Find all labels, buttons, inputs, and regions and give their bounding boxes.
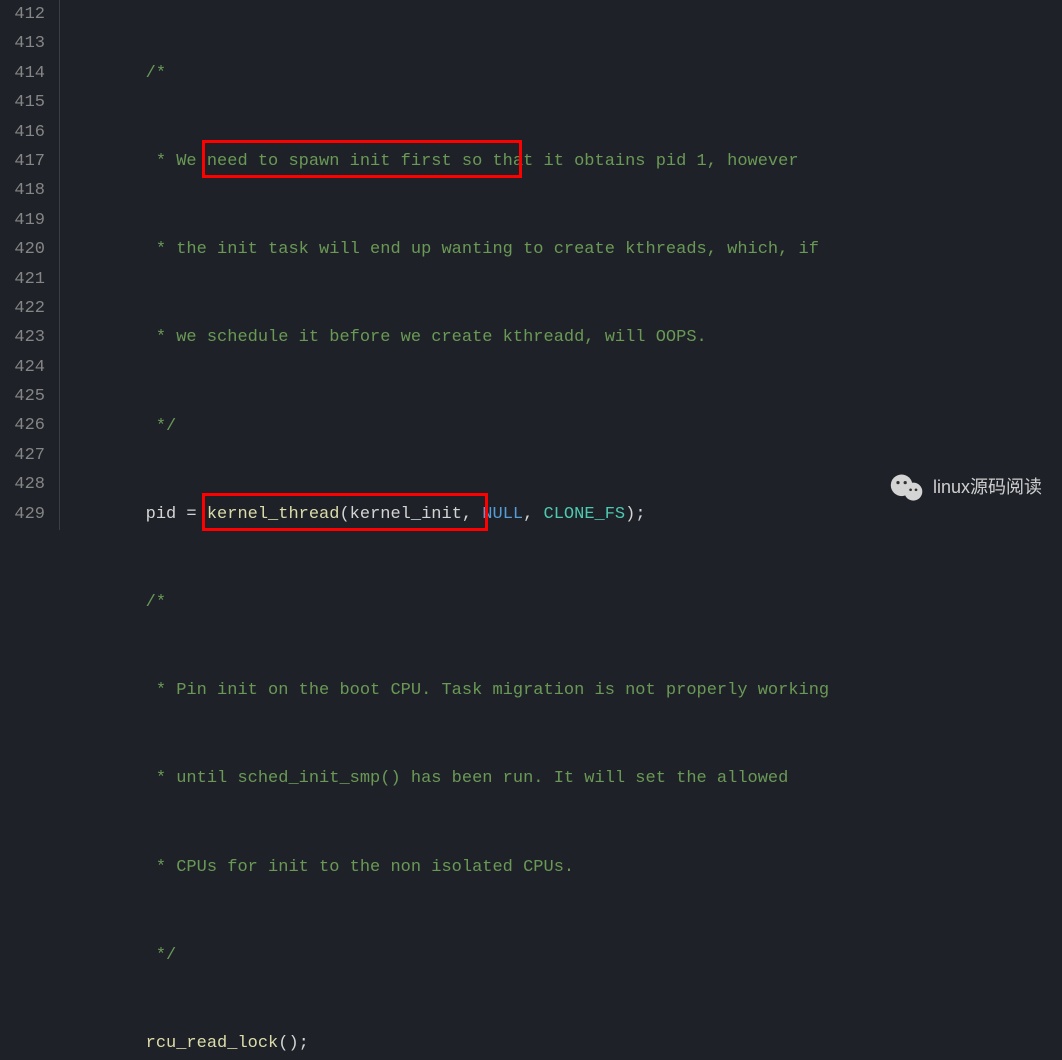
line-number: 419 [8, 206, 45, 235]
line-number: 426 [8, 411, 45, 440]
line-number: 416 [8, 118, 45, 147]
code-line[interactable]: * We need to spawn init first so that it… [64, 147, 829, 176]
code-line[interactable]: */ [64, 941, 829, 970]
code-line[interactable]: * Pin init on the boot CPU. Task migrati… [64, 676, 829, 705]
line-number: 415 [8, 88, 45, 117]
line-number: 425 [8, 382, 45, 411]
line-number: 424 [8, 353, 45, 382]
code-line[interactable]: /* [64, 59, 829, 88]
code-line[interactable]: * we schedule it before we create kthrea… [64, 323, 829, 352]
line-number: 418 [8, 176, 45, 205]
code-line[interactable]: * until sched_init_smp() has been run. I… [64, 764, 829, 793]
code-line[interactable]: rcu_read_lock(); [64, 1029, 829, 1058]
code-area[interactable]: /* * We need to spawn init first so that… [60, 0, 829, 530]
line-number: 427 [8, 441, 45, 470]
line-number: 422 [8, 294, 45, 323]
line-gutter: 412 413 414 415 416 417 418 419 420 421 … [0, 0, 60, 530]
watermark: linux源码阅读 [889, 470, 1042, 506]
line-number: 413 [8, 29, 45, 58]
code-line[interactable]: /* [64, 588, 829, 617]
line-number: 423 [8, 323, 45, 352]
line-number: 412 [8, 0, 45, 29]
line-number: 421 [8, 265, 45, 294]
code-line[interactable]: */ [64, 412, 829, 441]
line-number: 420 [8, 235, 45, 264]
line-number: 429 [8, 500, 45, 529]
code-editor[interactable]: 412 413 414 415 416 417 418 419 420 421 … [0, 0, 1062, 530]
line-number: 414 [8, 59, 45, 88]
line-number: 417 [8, 147, 45, 176]
code-line[interactable]: pid = kernel_thread(kernel_init, NULL, C… [64, 500, 829, 529]
watermark-text: linux源码阅读 [933, 473, 1042, 502]
wechat-icon [889, 470, 925, 506]
line-number: 428 [8, 470, 45, 499]
code-line[interactable]: * CPUs for init to the non isolated CPUs… [64, 853, 829, 882]
code-line[interactable]: * the init task will end up wanting to c… [64, 235, 829, 264]
